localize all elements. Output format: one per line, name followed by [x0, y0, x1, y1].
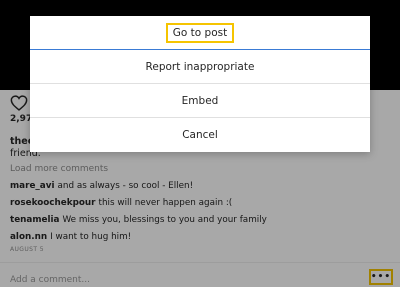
cancel-label: Cancel: [182, 129, 218, 141]
report-inappropriate-label: Report inappropriate: [145, 60, 255, 73]
go-to-post-label: Go to post: [165, 22, 235, 43]
report-inappropriate-button[interactable]: Report inappropriate: [30, 50, 370, 84]
embed-label: Embed: [181, 94, 219, 107]
go-to-post-button[interactable]: Go to post: [30, 16, 370, 50]
options-dialog: Go to post Report inappropriate Embed Ca…: [30, 16, 370, 152]
cancel-button[interactable]: Cancel: [30, 118, 370, 152]
embed-button[interactable]: Embed: [30, 84, 370, 118]
